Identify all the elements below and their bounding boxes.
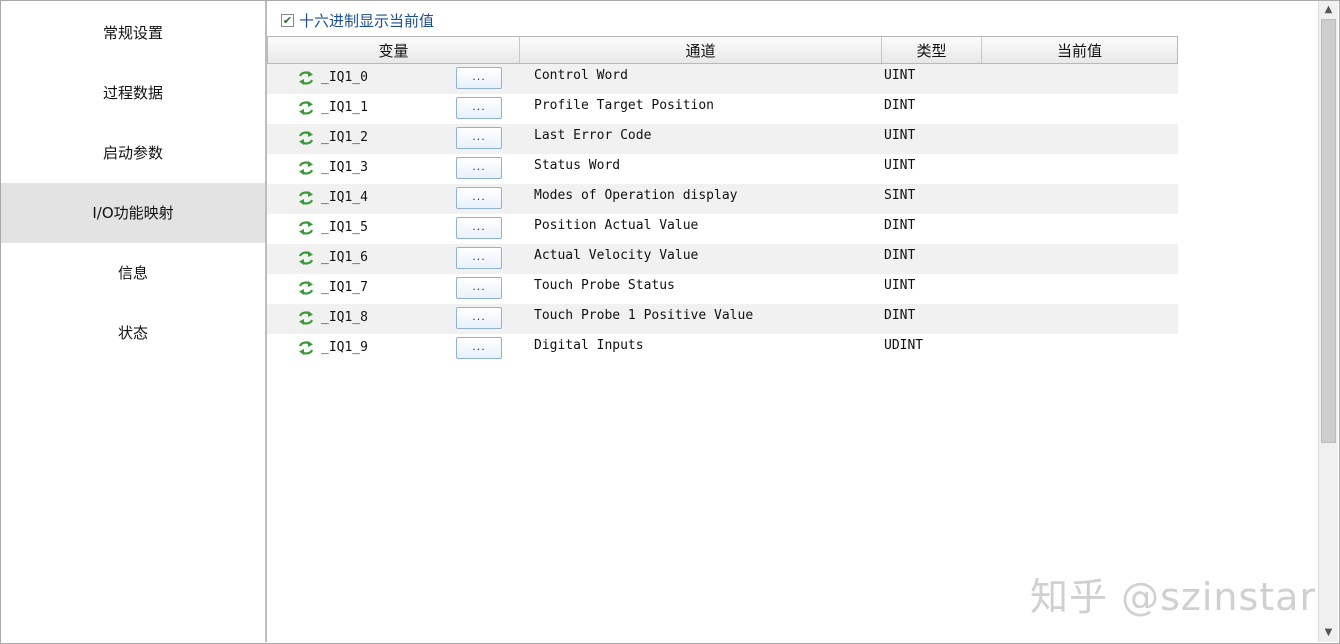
- data-type: UDINT: [884, 338, 924, 353]
- variable-name[interactable]: _IQ1_4: [321, 190, 368, 205]
- table-row[interactable]: _IQ1_2... Last Error Code UINT: [267, 124, 1178, 154]
- browse-button[interactable]: ...: [456, 217, 502, 239]
- table-row[interactable]: _IQ1_9... Digital Inputs UDINT: [267, 334, 1178, 364]
- column-header-current-value[interactable]: 当前值: [982, 37, 1177, 63]
- column-header-channel[interactable]: 通道: [520, 37, 882, 63]
- sync-arrows-icon: [298, 311, 314, 325]
- variable-name[interactable]: _IQ1_8: [321, 310, 368, 325]
- data-type: SINT: [884, 188, 916, 203]
- checkmark-icon: ✔: [282, 13, 293, 27]
- channel-name: Touch Probe Status: [534, 278, 675, 293]
- sidebar-item-label: 状态: [117, 324, 148, 342]
- data-type: DINT: [884, 218, 916, 233]
- table-row[interactable]: _IQ1_7... Touch Probe Status UINT: [267, 274, 1178, 304]
- browse-button[interactable]: ...: [456, 307, 502, 329]
- table-row[interactable]: _IQ1_8... Touch Probe 1 Positive Value DIN…: [267, 304, 1178, 334]
- sidebar-item-info[interactable]: 信息: [1, 243, 265, 303]
- sync-arrows-icon: [298, 71, 314, 85]
- sidebar-item-label: I/O功能映射: [92, 204, 174, 222]
- table-row[interactable]: _IQ1_5... Position Actual Value DINT: [267, 214, 1178, 244]
- channel-name: Control Word: [534, 68, 628, 83]
- channel-name: Last Error Code: [534, 128, 652, 143]
- table-header: 变量 通道 类型 当前值: [267, 36, 1178, 64]
- browse-button[interactable]: ...: [456, 127, 502, 149]
- browse-button[interactable]: ...: [456, 97, 502, 119]
- variable-name[interactable]: _IQ1_7: [321, 280, 368, 295]
- channel-name: Digital Inputs: [534, 338, 644, 353]
- variable-name[interactable]: _IQ1_6: [321, 250, 368, 265]
- scroll-down-arrow-icon[interactable]: ▼: [1319, 624, 1338, 642]
- sidebar-item-status[interactable]: 状态: [1, 303, 265, 363]
- channel-name: Profile Target Position: [534, 98, 715, 113]
- table-row[interactable]: _IQ1_6... Actual Velocity Value DINT: [267, 244, 1178, 274]
- browse-button[interactable]: ...: [456, 337, 502, 359]
- browse-button[interactable]: ...: [456, 247, 502, 269]
- browse-button[interactable]: ...: [456, 157, 502, 179]
- table-row[interactable]: _IQ1_3... Status Word UINT: [267, 154, 1178, 184]
- sync-arrows-icon: [298, 191, 314, 205]
- variable-name[interactable]: _IQ1_3: [321, 160, 368, 175]
- channel-name: Actual Velocity Value: [534, 248, 699, 263]
- vertical-scrollbar[interactable]: ▲ ▼: [1318, 1, 1338, 642]
- channel-name: Position Actual Value: [534, 218, 699, 233]
- channel-name: Touch Probe 1 Positive Value: [534, 308, 754, 323]
- scrollbar-thumb[interactable]: [1321, 19, 1336, 443]
- data-type: UINT: [884, 128, 916, 143]
- browse-button[interactable]: ...: [456, 67, 502, 89]
- sidebar-item-label: 信息: [117, 264, 148, 282]
- sidebar-item-general[interactable]: 常规设置: [1, 3, 265, 63]
- sidebar-item-label: 过程数据: [102, 84, 163, 102]
- data-type: DINT: [884, 248, 916, 263]
- channel-name: Modes of Operation display: [534, 188, 738, 203]
- column-header-type[interactable]: 类型: [882, 37, 982, 63]
- variable-name[interactable]: _IQ1_2: [321, 130, 368, 145]
- sync-arrows-icon: [298, 281, 314, 295]
- sync-arrows-icon: [298, 341, 314, 355]
- data-type: DINT: [884, 308, 916, 323]
- variable-name[interactable]: _IQ1_0: [321, 70, 368, 85]
- sidebar-item-startup-params[interactable]: 启动参数: [1, 123, 265, 183]
- hex-display-option[interactable]: ✔ 十六进制显示当前值: [281, 10, 434, 30]
- variable-name[interactable]: _IQ1_5: [321, 220, 368, 235]
- data-type: DINT: [884, 98, 916, 113]
- data-type: UINT: [884, 68, 916, 83]
- sync-arrows-icon: [298, 221, 314, 235]
- sync-arrows-icon: [298, 131, 314, 145]
- sidebar: 常规设置 过程数据 启动参数 I/O功能映射 信息 状态: [1, 1, 265, 642]
- channel-name: Status Word: [534, 158, 621, 173]
- watermark: 知乎 @szinstar: [1030, 575, 1317, 619]
- browse-button[interactable]: ...: [456, 187, 502, 209]
- sidebar-item-process-data[interactable]: 过程数据: [1, 63, 265, 123]
- scroll-up-arrow-icon[interactable]: ▲: [1319, 1, 1338, 19]
- data-type: UINT: [884, 278, 916, 293]
- sync-arrows-icon: [298, 101, 314, 115]
- table-body: _IQ1_0... Control Word UINT _IQ1_1... Profil…: [267, 64, 1178, 364]
- sync-arrows-icon: [298, 251, 314, 265]
- variable-name[interactable]: _IQ1_1: [321, 100, 368, 115]
- variable-name[interactable]: _IQ1_9: [321, 340, 368, 355]
- sidebar-item-label: 启动参数: [102, 144, 163, 162]
- hex-display-checkbox[interactable]: ✔: [281, 13, 294, 27]
- browse-button[interactable]: ...: [456, 277, 502, 299]
- data-type: UINT: [884, 158, 916, 173]
- io-mapping-table: 变量 通道 类型 当前值 _IQ1_0... Control Word UINT _I…: [267, 36, 1178, 364]
- sync-arrows-icon: [298, 161, 314, 175]
- table-row[interactable]: _IQ1_0... Control Word UINT: [267, 64, 1178, 94]
- sidebar-item-label: 常规设置: [102, 24, 163, 42]
- column-header-variable[interactable]: 变量: [268, 37, 520, 63]
- sidebar-item-io-mapping[interactable]: I/O功能映射: [1, 183, 265, 243]
- table-row[interactable]: _IQ1_4... Modes of Operation display SINT: [267, 184, 1178, 214]
- hex-display-label: 十六进制显示当前值: [299, 11, 435, 30]
- table-row[interactable]: _IQ1_1... Profile Target Position DINT: [267, 94, 1178, 124]
